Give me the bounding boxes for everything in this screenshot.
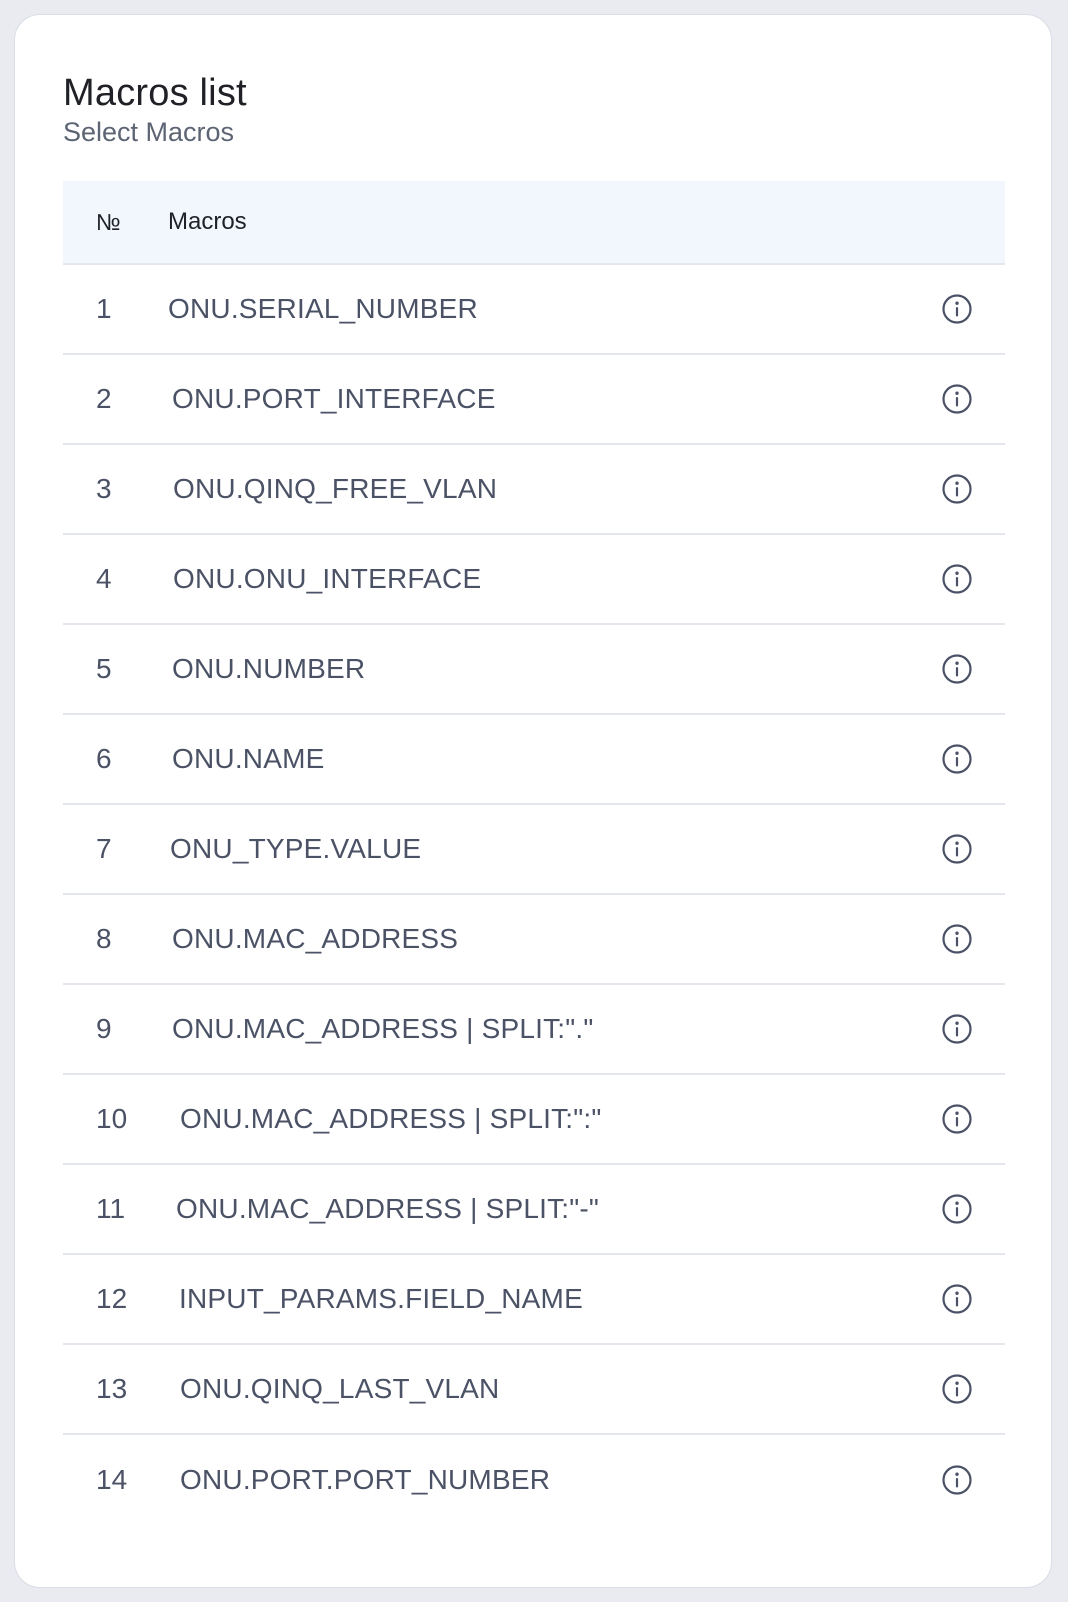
table-body: 1 ONU.SERIAL_NUMBER 2 ONU.PORT_INTERFACE 3 ON… bbox=[63, 265, 1005, 1525]
row-macro-name: ONU.QINQ_FREE_VLAN bbox=[173, 473, 498, 504]
macros-list-panel: Macros list Select Macros № Macros 1 ONU.… bbox=[14, 14, 1052, 1588]
info-icon[interactable] bbox=[941, 923, 973, 955]
table-row[interactable]: 5 ONU.NUMBER bbox=[63, 625, 1005, 715]
row-number: 6 bbox=[96, 743, 112, 774]
table-row[interactable]: 8 ONU.MAC_ADDRESS bbox=[63, 895, 1005, 985]
info-icon[interactable] bbox=[941, 473, 973, 505]
column-header-macros: Macros bbox=[168, 208, 247, 235]
table-row[interactable]: 4 ONU.ONU_INTERFACE bbox=[63, 535, 1005, 625]
row-macro-name: ONU.PORT.PORT_NUMBER bbox=[180, 1464, 551, 1495]
row-number: 4 bbox=[96, 563, 112, 594]
panel-header: Macros list Select Macros bbox=[63, 71, 247, 149]
info-icon[interactable] bbox=[941, 653, 973, 685]
row-number: 1 bbox=[96, 293, 112, 324]
info-icon[interactable] bbox=[941, 1283, 973, 1315]
panel-title: Macros list bbox=[63, 72, 247, 114]
info-icon[interactable] bbox=[941, 563, 973, 595]
row-number: 5 bbox=[96, 653, 112, 684]
row-macro-name: ONU.SERIAL_NUMBER bbox=[168, 293, 478, 324]
row-number: 9 bbox=[96, 1013, 112, 1044]
table-row[interactable]: 11 ONU.MAC_ADDRESS | SPLIT:"-" bbox=[63, 1165, 1005, 1255]
table-row[interactable]: 2 ONU.PORT_INTERFACE bbox=[63, 355, 1005, 445]
row-macro-name: INPUT_PARAMS.FIELD_NAME bbox=[179, 1283, 583, 1314]
info-icon[interactable] bbox=[941, 1193, 973, 1225]
table-row[interactable]: 14 ONU.PORT.PORT_NUMBER bbox=[63, 1435, 1005, 1525]
table-header: № Macros bbox=[63, 181, 1005, 265]
macros-table: № Macros 1 ONU.SERIAL_NUMBER 2 ONU.PORT_INT… bbox=[63, 181, 1005, 1525]
column-header-number: № bbox=[96, 208, 121, 235]
row-macro-name: ONU.MAC_ADDRESS | SPLIT:":" bbox=[180, 1103, 602, 1134]
row-number: 3 bbox=[96, 473, 112, 504]
row-number: 11 bbox=[96, 1193, 126, 1224]
table-row[interactable]: 6 ONU.NAME bbox=[63, 715, 1005, 805]
row-macro-name: ONU.ONU_INTERFACE bbox=[173, 563, 482, 594]
row-number: 14 bbox=[96, 1464, 128, 1495]
row-number: 13 bbox=[96, 1373, 128, 1404]
row-macro-name: ONU.MAC_ADDRESS bbox=[172, 923, 459, 954]
row-macro-name: ONU.NAME bbox=[172, 743, 325, 774]
row-number: 10 bbox=[96, 1103, 128, 1134]
row-macro-name: ONU.MAC_ADDRESS | SPLIT:"." bbox=[172, 1013, 594, 1044]
info-icon[interactable] bbox=[941, 1013, 973, 1045]
table-row[interactable]: 9 ONU.MAC_ADDRESS | SPLIT:"." bbox=[63, 985, 1005, 1075]
table-row[interactable]: 3 ONU.QINQ_FREE_VLAN bbox=[63, 445, 1005, 535]
row-macro-name: ONU.NUMBER bbox=[172, 653, 366, 684]
info-icon[interactable] bbox=[941, 383, 973, 415]
row-macro-name: ONU.PORT_INTERFACE bbox=[172, 383, 496, 414]
row-number: 2 bbox=[96, 383, 112, 414]
row-number: 12 bbox=[96, 1283, 128, 1314]
table-row[interactable]: 13 ONU.QINQ_LAST_VLAN bbox=[63, 1345, 1005, 1435]
row-number: 8 bbox=[96, 923, 112, 954]
table-row[interactable]: 10 ONU.MAC_ADDRESS | SPLIT:":" bbox=[63, 1075, 1005, 1165]
row-macro-name: ONU.QINQ_LAST_VLAN bbox=[180, 1373, 500, 1404]
info-icon[interactable] bbox=[941, 1464, 973, 1496]
row-macro-name: ONU.MAC_ADDRESS | SPLIT:"-" bbox=[176, 1193, 600, 1224]
info-icon[interactable] bbox=[941, 293, 973, 325]
table-row[interactable]: 1 ONU.SERIAL_NUMBER bbox=[63, 265, 1005, 355]
info-icon[interactable] bbox=[941, 1103, 973, 1135]
panel-subtitle: Select Macros bbox=[63, 117, 235, 147]
info-icon[interactable] bbox=[941, 743, 973, 775]
row-macro-name: ONU_TYPE.VALUE bbox=[170, 833, 422, 864]
info-icon[interactable] bbox=[941, 1373, 973, 1405]
table-row[interactable]: 7 ONU_TYPE.VALUE bbox=[63, 805, 1005, 895]
table-row[interactable]: 12 INPUT_PARAMS.FIELD_NAME bbox=[63, 1255, 1005, 1345]
row-number: 7 bbox=[96, 833, 112, 864]
info-icon[interactable] bbox=[941, 833, 973, 865]
